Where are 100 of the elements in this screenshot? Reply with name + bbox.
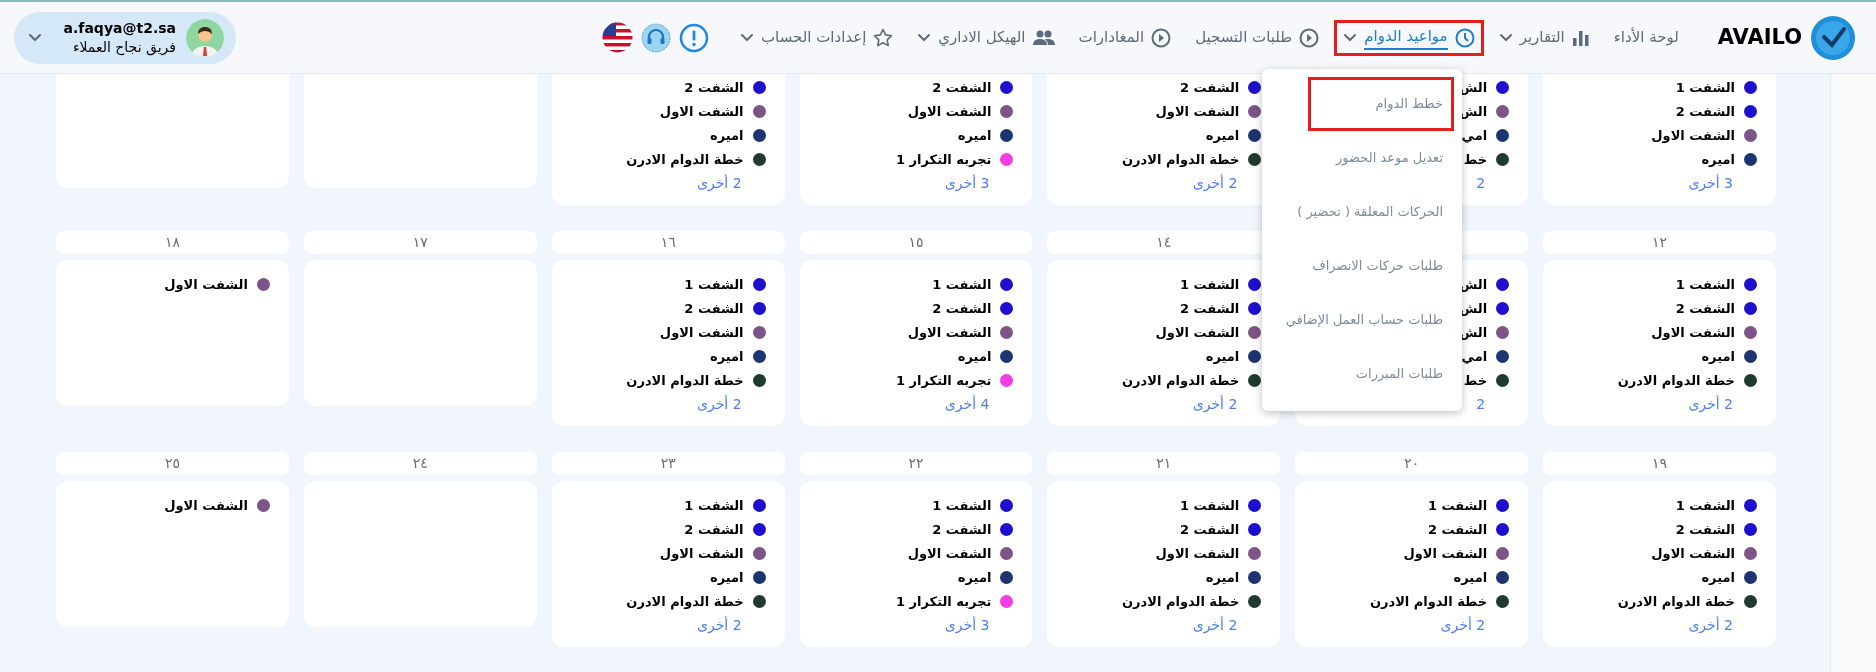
event-label[interactable]: اميره (1205, 349, 1240, 363)
more-link[interactable]: 3 أخرى (799, 613, 1014, 637)
event-label[interactable]: خطة الدوام الادرن (1617, 594, 1735, 608)
user-email: a.faqya@t2.sa (63, 18, 176, 37)
more-link[interactable]: 2 أخرى (1543, 392, 1757, 416)
event-label[interactable]: امي (1461, 128, 1488, 142)
event-label[interactable]: الشفت الاول (659, 325, 744, 339)
event-label[interactable]: الشفت الاول (164, 277, 248, 291)
event-label[interactable]: الشفت 1 (684, 277, 744, 291)
logo-text: AVAILO (1717, 23, 1802, 51)
event-label[interactable]: خطة الدوام الادرن (1122, 152, 1240, 166)
event-label[interactable]: الشفت 1 (1427, 498, 1488, 512)
event-label[interactable]: الشفت 1 (932, 498, 992, 512)
event-label[interactable]: اميره (1205, 128, 1240, 142)
event-label[interactable]: الشفت الاول (907, 104, 992, 118)
event-label[interactable]: اميره (710, 128, 744, 142)
event-label[interactable]: الشفت الاول (1651, 325, 1735, 339)
event-label[interactable]: اميره (957, 128, 992, 142)
event-label[interactable]: تجربه التكرار 1 (896, 152, 992, 166)
day-header: ٢٥ (56, 452, 289, 475)
event-label[interactable]: الشفت 2 (1180, 301, 1240, 315)
event-label[interactable]: الشفت 2 (1675, 522, 1735, 536)
event-label[interactable]: الشفت 2 (684, 301, 744, 315)
nav-item[interactable]: التقارير (1489, 19, 1599, 56)
event-label[interactable]: اميره (1205, 570, 1240, 584)
event-label[interactable]: الشفت 1 (1180, 277, 1240, 291)
day-header: ٢٣ (551, 452, 785, 475)
chevron-down-icon (28, 33, 42, 42)
more-link[interactable]: 3 أخرى (1543, 171, 1757, 195)
event-label[interactable]: الشفت الاول (164, 498, 248, 512)
day-header: ١٦ (551, 231, 785, 254)
event-label[interactable]: اميره (710, 570, 744, 584)
nav-item[interactable]: الهيكل الاداري (908, 19, 1064, 56)
event-label[interactable]: اميره (1701, 349, 1735, 363)
more-link[interactable]: 4 أخرى (799, 392, 1014, 416)
event-label[interactable]: خطة الدوام الادرن (626, 594, 744, 608)
event-label[interactable]: خطة الدوام الادرن (1122, 594, 1240, 608)
event-label[interactable]: الشفت 1 (1180, 498, 1240, 512)
event-label[interactable]: تجربه التكرار 1 (896, 373, 992, 387)
event-label[interactable]: الشفت 2 (1427, 522, 1488, 536)
event-label[interactable]: الشفت 2 (1675, 104, 1735, 118)
flag-icon[interactable] (601, 22, 633, 53)
more-link[interactable]: 2 أخرى (1047, 613, 1262, 637)
event-label[interactable]: الشفت 2 (932, 522, 992, 536)
more-link[interactable]: 2 أخرى (1543, 613, 1757, 637)
event-label[interactable]: الشفت 1 (684, 498, 744, 512)
event-label[interactable]: خطة الدوام الادرن (1122, 373, 1240, 387)
more-link[interactable]: 2 أخرى (1047, 392, 1262, 416)
menu-item[interactable]: تعديل موعد الحضور (1270, 131, 1454, 185)
more-link[interactable]: 2 أخرى (551, 171, 766, 195)
event-label[interactable]: الشفت الاول (1403, 546, 1488, 560)
event-label[interactable]: الشفت الاول (1651, 546, 1735, 560)
nav-item[interactable]: لوحة الأداء (1604, 19, 1688, 56)
event-label[interactable]: اميره (710, 349, 744, 363)
menu-item[interactable]: طلبات حساب العمل الإضافي (1270, 293, 1454, 347)
event-label[interactable]: خطة الدوام الادرن (626, 152, 744, 166)
event-label[interactable]: تجربه التكرار 1 (896, 594, 992, 608)
event-label[interactable]: الشفت الاول (1155, 104, 1240, 118)
event-label[interactable]: اميره (957, 570, 992, 584)
event-label[interactable]: خطة الدوام الادرن (1369, 594, 1488, 608)
event-label[interactable]: الشفت الاول (1155, 325, 1240, 339)
event-label[interactable]: الشفت 2 (932, 80, 992, 94)
menu-item[interactable]: خطط الدوام (1308, 77, 1454, 131)
event-label[interactable]: خط (1463, 152, 1488, 166)
event-label[interactable]: الشفت 1 (1675, 80, 1735, 94)
event-label[interactable]: اميره (957, 349, 992, 363)
event-label[interactable]: الشفت 2 (1180, 80, 1240, 94)
nav-item[interactable]: طلبات التسجيل (1186, 19, 1329, 56)
menu-item[interactable]: طلبات المبررات (1270, 347, 1454, 401)
headset-icon[interactable] (640, 22, 671, 53)
event-label[interactable]: الشفت الاول (1155, 546, 1240, 560)
event-label[interactable]: امي (1461, 349, 1488, 363)
nav-item[interactable]: إعدادات الحساب (730, 19, 903, 56)
more-link[interactable]: 2 أخرى (551, 392, 766, 416)
event-label[interactable]: اميره (1701, 152, 1735, 166)
nav-item[interactable]: المغادارات (1069, 19, 1181, 56)
event-label[interactable]: الشفت الاول (659, 546, 744, 560)
event-label[interactable]: الشفت الاول (907, 325, 992, 339)
event-label[interactable]: الشفت 2 (1180, 522, 1240, 536)
event-label[interactable]: خطة الدوام الادرن (1617, 373, 1735, 387)
more-link[interactable]: 2 أخرى (1047, 171, 1262, 195)
event-label[interactable]: الشفت 1 (1675, 498, 1735, 512)
event-label[interactable]: الشفت 2 (932, 301, 992, 315)
event-label[interactable]: الشفت 1 (932, 277, 992, 291)
event-label[interactable]: الشفت 2 (684, 522, 744, 536)
event-label[interactable]: الشفت 2 (1675, 301, 1735, 315)
event-label[interactable]: خطة الدوام الادرن (626, 373, 744, 387)
event-label[interactable]: الشفت 2 (684, 80, 744, 94)
more-link[interactable]: 2 أخرى (1295, 613, 1510, 637)
event-label[interactable]: اميره (1701, 570, 1735, 584)
event-label[interactable]: خط (1463, 373, 1488, 387)
event-label[interactable]: الشفت الاول (1651, 128, 1735, 142)
alert-icon[interactable] (678, 22, 709, 53)
event-label[interactable]: اميره (1453, 570, 1488, 584)
event-label[interactable]: الشفت 1 (1675, 277, 1735, 291)
event-label[interactable]: الشفت الاول (659, 104, 744, 118)
nav-item[interactable]: مواعيد الدوام (1334, 19, 1484, 56)
more-link[interactable]: 2 أخرى (551, 613, 766, 637)
event-label[interactable]: الشفت الاول (907, 546, 992, 560)
more-link[interactable]: 3 أخرى (799, 171, 1014, 195)
